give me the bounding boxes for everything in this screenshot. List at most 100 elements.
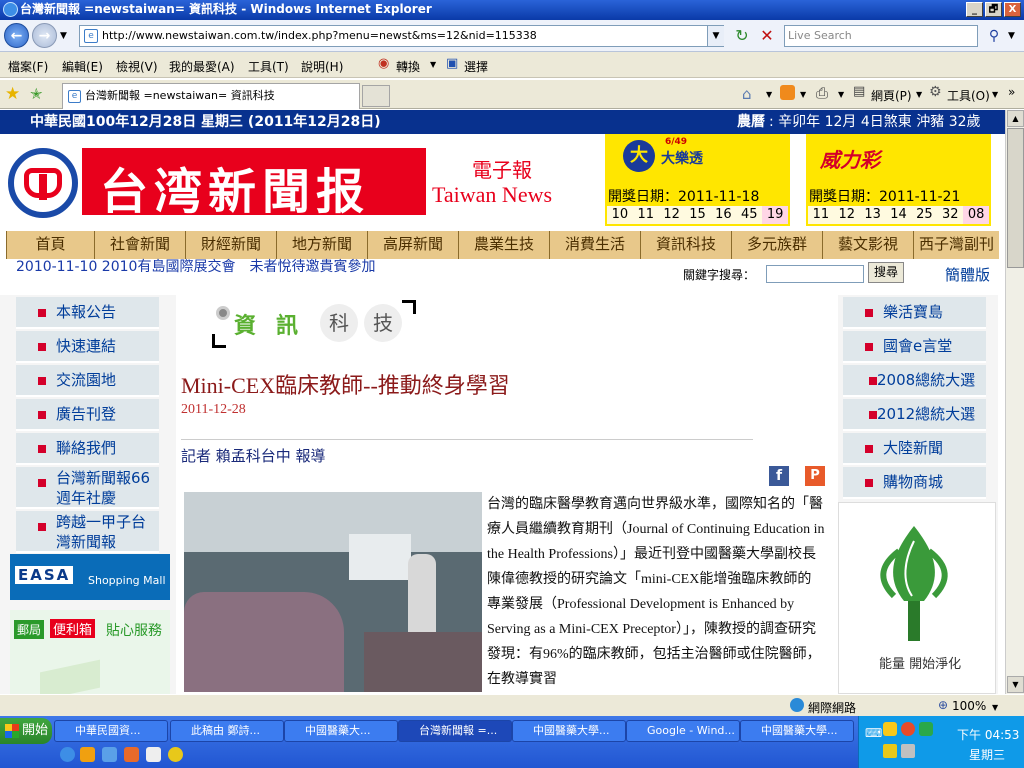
home-dropdown-icon[interactable]: ▼ [766, 90, 772, 99]
refresh-icon[interactable]: ↻ [731, 25, 753, 47]
nav-supplement[interactable]: 西子灣副刊 [913, 231, 999, 259]
clock-time[interactable]: 下午 04:53 [957, 726, 1019, 743]
select-button[interactable]: 選擇 [464, 58, 488, 75]
left-item-links[interactable]: 快速連結 [16, 331, 159, 363]
left-item-contact[interactable]: 聯絡我們 [16, 433, 159, 465]
new-tab-button[interactable] [362, 85, 390, 107]
scroll-up-icon[interactable]: ▲ [1007, 110, 1024, 127]
nav-tech[interactable]: 資訊科技 [640, 231, 731, 259]
word-quicklaunch-icon[interactable] [146, 747, 161, 762]
menu-favorites[interactable]: 我的最愛(A) [169, 58, 235, 75]
left-item-anniversary[interactable]: 台灣新聞報66週年社慶 [16, 467, 159, 509]
menu-help[interactable]: 說明(H) [301, 58, 343, 75]
tools-menu-button[interactable]: 工具(O) [947, 87, 990, 104]
close-button[interactable]: X [1004, 2, 1021, 17]
page-dropdown-icon[interactable]: ▼ [916, 90, 922, 99]
tab-current[interactable]: e 台灣新聞報 =newstaiwan= 資訊科技 [62, 83, 360, 109]
right-item-lohas[interactable]: 樂活寶島 [843, 297, 986, 329]
right-item-shop[interactable]: 購物商城 [843, 467, 986, 499]
add-favorite-icon[interactable]: ✭ [30, 85, 43, 103]
menu-view[interactable]: 檢視(V) [116, 58, 158, 75]
tools-dropdown-icon[interactable]: ▼ [992, 90, 998, 99]
menu-file[interactable]: 檔案(F) [8, 58, 48, 75]
minimize-button[interactable]: _ [966, 2, 983, 17]
ie-quicklaunch-icon[interactable] [60, 747, 75, 762]
feeds-dropdown-icon[interactable]: ▼ [800, 90, 806, 99]
task-5[interactable]: 中國醫藥大學... [512, 720, 626, 742]
scroll-thumb[interactable] [1007, 128, 1024, 268]
keyword-input[interactable] [766, 265, 864, 283]
nav-finance[interactable]: 財經新聞 [185, 231, 276, 259]
chevron-more-icon[interactable]: » [1008, 85, 1015, 99]
task-3[interactable]: 中國醫藥大... [284, 720, 398, 742]
maximize-button[interactable]: 🗗 [985, 2, 1002, 17]
messenger-quicklaunch-icon[interactable] [124, 747, 139, 762]
menu-edit[interactable]: 編輯(E) [62, 58, 103, 75]
left-item-notice[interactable]: 本報公告 [16, 297, 159, 329]
task-6[interactable]: Google - Wind... [626, 720, 740, 742]
forward-button[interactable]: → [32, 23, 57, 48]
task-4-active[interactable]: 台灣新聞報 =... [398, 720, 512, 742]
task-1[interactable]: 中華民國資... [54, 720, 168, 742]
feeds-icon[interactable] [780, 85, 795, 100]
favorites-star-icon[interactable]: ★ [5, 84, 20, 104]
tray-app-icon[interactable] [883, 722, 897, 736]
home-icon[interactable]: ⌂ [742, 85, 752, 103]
vertical-scrollbar[interactable]: ▲ ▼ [1005, 110, 1024, 694]
keyboard-icon[interactable]: ⌨ [865, 726, 882, 740]
convert-button[interactable]: 轉換 [396, 58, 420, 75]
right-item-parliament[interactable]: 國會e言堂 [843, 331, 986, 363]
article-photo[interactable] [184, 492, 482, 692]
zoom-level[interactable]: 100% [952, 699, 986, 713]
right-item-mainland[interactable]: 大陸新聞 [843, 433, 986, 465]
site-emblem[interactable] [8, 148, 78, 218]
lotto-panel[interactable]: 大 大樂透 6/49 開獎日期：2011-11-18 10 11 12 15 1… [605, 134, 790, 226]
search-input[interactable]: Live Search [784, 25, 978, 47]
start-button[interactable]: 開始 [0, 718, 52, 744]
address-dropdown-icon[interactable]: ▼ [707, 26, 724, 46]
keyword-search-button[interactable]: 搜尋 [868, 262, 904, 283]
nav-society[interactable]: 社會新聞 [94, 231, 185, 259]
power-panel[interactable]: 威力彩 開獎日期：2011-11-21 11 12 13 14 25 32 08 [806, 134, 991, 226]
tray-network-icon[interactable] [919, 722, 933, 736]
nav-pingtung[interactable]: 高屏新聞 [367, 231, 458, 259]
explorer-quicklaunch-icon[interactable] [102, 747, 117, 762]
task-7[interactable]: 中國醫藥大學... [740, 720, 854, 742]
print-dropdown-icon[interactable]: ▼ [838, 90, 844, 99]
search-icon[interactable]: ⚲ [982, 25, 1006, 47]
post-banner[interactable]: 郵局 便利箱 貼心服務 [10, 610, 170, 694]
media-quicklaunch-icon[interactable] [80, 747, 95, 762]
history-dropdown-icon[interactable]: ▼ [60, 31, 67, 41]
address-input[interactable]: e http://www.newstaiwan.com.tw/index.php… [79, 25, 724, 47]
stop-icon[interactable]: ✕ [756, 25, 778, 47]
nav-arts[interactable]: 藝文影視 [822, 231, 913, 259]
right-item-election-2008[interactable]: 2008總統大選 [843, 365, 986, 397]
page-menu-button[interactable]: 網頁(P) [871, 87, 912, 104]
nav-local[interactable]: 地方新聞 [276, 231, 367, 259]
tray-security-icon[interactable] [901, 722, 915, 736]
left-item-forum[interactable]: 交流園地 [16, 365, 159, 397]
nav-ethnic[interactable]: 多元族群 [731, 231, 822, 259]
print-icon[interactable]: ⎙ [816, 84, 828, 102]
zoom-dropdown-icon[interactable]: ▼ [992, 703, 998, 712]
nav-home[interactable]: 首頁 [6, 231, 94, 259]
nav-agri[interactable]: 農業生技 [458, 231, 549, 259]
nav-consumer[interactable]: 消費生活 [549, 231, 640, 259]
facebook-share-icon[interactable]: f [769, 466, 789, 486]
site-logo-banner[interactable]: 台湾新聞报 電子報 Taiwan News [82, 148, 589, 220]
news-ticker[interactable]: 2010-11-10 2010有島國際展交會 未者悅待邀貴賓參加 [16, 256, 375, 276]
right-item-election-2012[interactable]: 2012總統大選 [843, 399, 986, 431]
back-button[interactable]: ← [4, 23, 29, 48]
easa-banner[interactable]: EASA Shopping Mall [10, 554, 170, 600]
task-2[interactable]: 此稿由 鄭詩... [170, 720, 284, 742]
simplified-link[interactable]: 簡體版 [945, 264, 990, 285]
plurk-share-icon[interactable]: P [805, 466, 825, 486]
scroll-down-icon[interactable]: ▼ [1007, 676, 1024, 693]
energy-ad[interactable]: 能量 開始淨化 [838, 502, 996, 694]
search-options-icon[interactable]: ▼ [1008, 31, 1015, 41]
player-quicklaunch-icon[interactable] [168, 747, 183, 762]
left-item-ads[interactable]: 廣告刊登 [16, 399, 159, 431]
tray-volume-icon[interactable] [883, 744, 897, 758]
tray-lock-icon[interactable] [901, 744, 915, 758]
left-item-sixty-years[interactable]: 跨越一甲子台灣新聞報 [16, 511, 159, 553]
